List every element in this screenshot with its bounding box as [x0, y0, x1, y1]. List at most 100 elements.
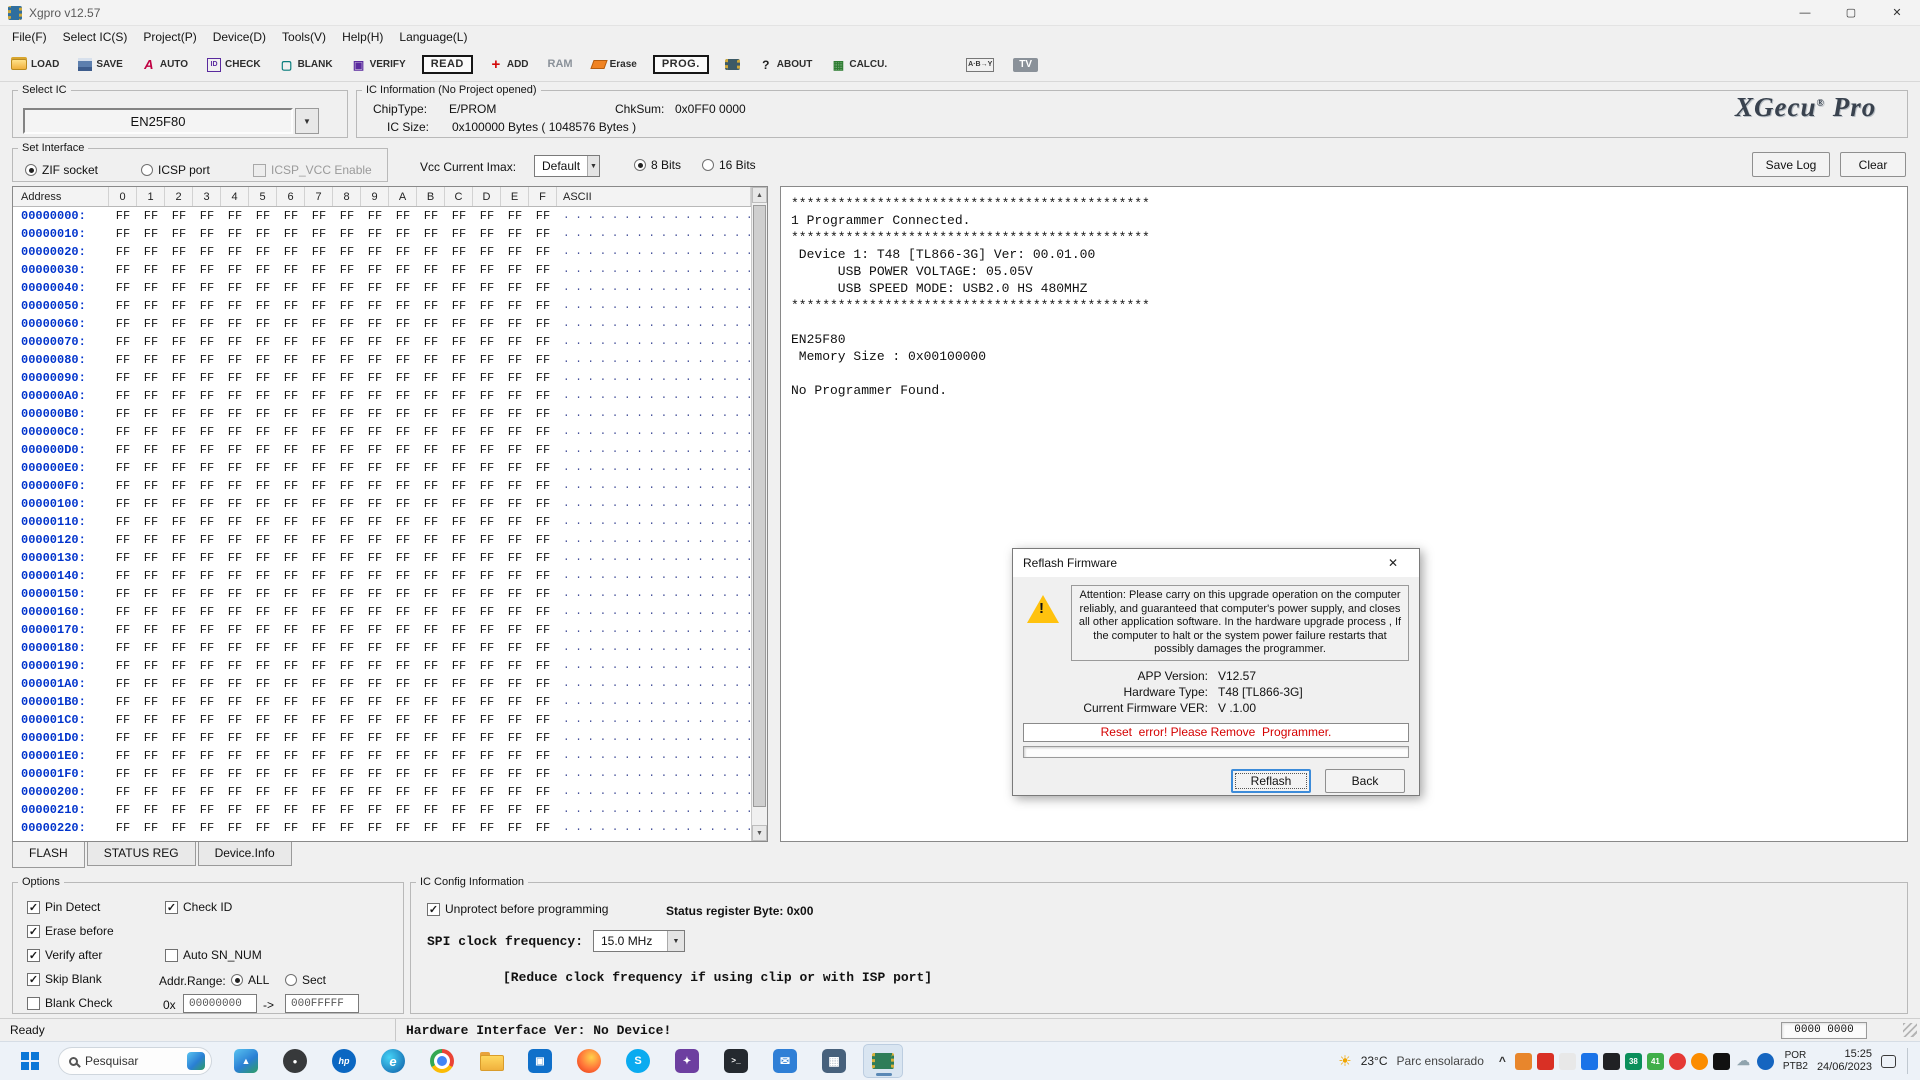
- hex-byte[interactable]: FF: [529, 639, 557, 657]
- hex-byte[interactable]: FF: [249, 279, 277, 297]
- hex-byte[interactable]: FF: [277, 369, 305, 387]
- hex-byte[interactable]: FF: [193, 765, 221, 783]
- hex-byte[interactable]: FF: [417, 423, 445, 441]
- hex-byte[interactable]: FF: [361, 333, 389, 351]
- hex-byte[interactable]: FF: [221, 603, 249, 621]
- hex-byte[interactable]: FF: [445, 279, 473, 297]
- hex-byte[interactable]: FF: [305, 225, 333, 243]
- ic-select-value[interactable]: EN25F80: [23, 108, 293, 134]
- hex-byte[interactable]: FF: [501, 477, 529, 495]
- hex-byte[interactable]: FF: [389, 315, 417, 333]
- auto-button[interactable]: AAUTO: [139, 56, 191, 74]
- hex-byte[interactable]: FF: [445, 495, 473, 513]
- hex-byte[interactable]: FF: [389, 729, 417, 747]
- hex-byte[interactable]: FF: [277, 729, 305, 747]
- back-button[interactable]: Back: [1325, 769, 1405, 793]
- hex-byte[interactable]: FF: [137, 207, 165, 225]
- calcu-button[interactable]: ▦CALCU.: [828, 56, 890, 74]
- scroll-down-icon[interactable]: ▼: [752, 825, 767, 841]
- hex-byte[interactable]: FF: [305, 729, 333, 747]
- hex-byte[interactable]: FF: [277, 495, 305, 513]
- hex-byte[interactable]: FF: [109, 351, 137, 369]
- hex-byte[interactable]: FF: [249, 801, 277, 819]
- hex-byte[interactable]: FF: [361, 585, 389, 603]
- hex-byte[interactable]: FF: [389, 333, 417, 351]
- hex-byte[interactable]: FF: [529, 261, 557, 279]
- verify-button[interactable]: ▣VERIFY: [349, 56, 409, 74]
- hex-byte[interactable]: FF: [473, 819, 501, 837]
- hex-byte[interactable]: FF: [529, 567, 557, 585]
- range-from-input[interactable]: 00000000: [183, 994, 257, 1013]
- hex-byte[interactable]: FF: [501, 621, 529, 639]
- menu-item-helph[interactable]: Help(H): [334, 28, 391, 46]
- search-input[interactable]: Pesquisar: [58, 1047, 212, 1075]
- hex-byte[interactable]: FF: [333, 513, 361, 531]
- hex-byte[interactable]: FF: [249, 387, 277, 405]
- about-button[interactable]: ?ABOUT: [756, 56, 816, 74]
- hex-byte[interactable]: FF: [529, 801, 557, 819]
- hex-byte[interactable]: FF: [165, 585, 193, 603]
- hex-byte[interactable]: FF: [165, 567, 193, 585]
- hex-byte[interactable]: FF: [389, 801, 417, 819]
- edge-browser-icon[interactable]: e: [373, 1044, 413, 1078]
- icsp-vcc-enable-checkbox[interactable]: ICSP_VCC Enable: [253, 163, 372, 177]
- hex-byte[interactable]: FF: [473, 315, 501, 333]
- hex-byte[interactable]: FF: [193, 369, 221, 387]
- hex-byte[interactable]: FF: [529, 225, 557, 243]
- hex-byte[interactable]: FF: [389, 585, 417, 603]
- hex-byte[interactable]: FF: [417, 549, 445, 567]
- hex-byte[interactable]: FF: [221, 765, 249, 783]
- hex-byte[interactable]: FF: [277, 297, 305, 315]
- hex-byte[interactable]: FF: [249, 207, 277, 225]
- hex-byte[interactable]: FF: [221, 783, 249, 801]
- language-indicator[interactable]: POR PTB2: [1783, 1050, 1808, 1072]
- hex-byte[interactable]: FF: [389, 639, 417, 657]
- hex-byte[interactable]: FF: [501, 243, 529, 261]
- hex-byte[interactable]: FF: [473, 729, 501, 747]
- hex-byte[interactable]: FF: [333, 261, 361, 279]
- hex-byte[interactable]: FF: [109, 675, 137, 693]
- hex-byte[interactable]: FF: [473, 261, 501, 279]
- hex-byte[interactable]: FF: [361, 351, 389, 369]
- hex-byte[interactable]: FF: [277, 783, 305, 801]
- hex-byte[interactable]: FF: [109, 729, 137, 747]
- hex-byte[interactable]: FF: [109, 747, 137, 765]
- hex-byte[interactable]: FF: [193, 675, 221, 693]
- hex-byte[interactable]: FF: [193, 711, 221, 729]
- hex-byte[interactable]: FF: [277, 549, 305, 567]
- terminal-app-icon[interactable]: >_: [716, 1044, 756, 1078]
- tray-badge-41-icon[interactable]: 41: [1647, 1053, 1664, 1070]
- hex-byte[interactable]: FF: [221, 801, 249, 819]
- hex-byte[interactable]: FF: [361, 369, 389, 387]
- hex-byte[interactable]: FF: [501, 315, 529, 333]
- hex-byte[interactable]: FF: [445, 297, 473, 315]
- hex-byte[interactable]: FF: [137, 315, 165, 333]
- hex-byte[interactable]: FF: [305, 819, 333, 837]
- hex-byte[interactable]: FF: [137, 567, 165, 585]
- hex-byte[interactable]: FF: [333, 621, 361, 639]
- hex-byte[interactable]: FF: [277, 207, 305, 225]
- hex-byte[interactable]: FF: [529, 405, 557, 423]
- hex-byte[interactable]: FF: [221, 585, 249, 603]
- hex-byte[interactable]: FF: [305, 333, 333, 351]
- hex-byte[interactable]: FF: [529, 603, 557, 621]
- hex-byte[interactable]: FF: [193, 513, 221, 531]
- auto-sn-num-checkbox[interactable]: Auto SN_NUM: [165, 948, 262, 962]
- hex-byte[interactable]: FF: [389, 243, 417, 261]
- hex-byte[interactable]: FF: [361, 819, 389, 837]
- hex-byte[interactable]: FF: [221, 495, 249, 513]
- hex-byte[interactable]: FF: [389, 423, 417, 441]
- tray-red-circle-icon[interactable]: [1669, 1053, 1686, 1070]
- hex-byte[interactable]: FF: [389, 279, 417, 297]
- hex-byte[interactable]: FF: [221, 639, 249, 657]
- hex-byte[interactable]: FF: [109, 423, 137, 441]
- hex-byte[interactable]: FF: [305, 531, 333, 549]
- check-button[interactable]: IDCHECK: [204, 56, 264, 74]
- hex-byte[interactable]: FF: [333, 387, 361, 405]
- hex-byte[interactable]: FF: [501, 585, 529, 603]
- hex-byte[interactable]: FF: [361, 729, 389, 747]
- hex-byte[interactable]: FF: [109, 621, 137, 639]
- hex-byte[interactable]: FF: [305, 639, 333, 657]
- hex-byte[interactable]: FF: [501, 783, 529, 801]
- hex-byte[interactable]: FF: [193, 747, 221, 765]
